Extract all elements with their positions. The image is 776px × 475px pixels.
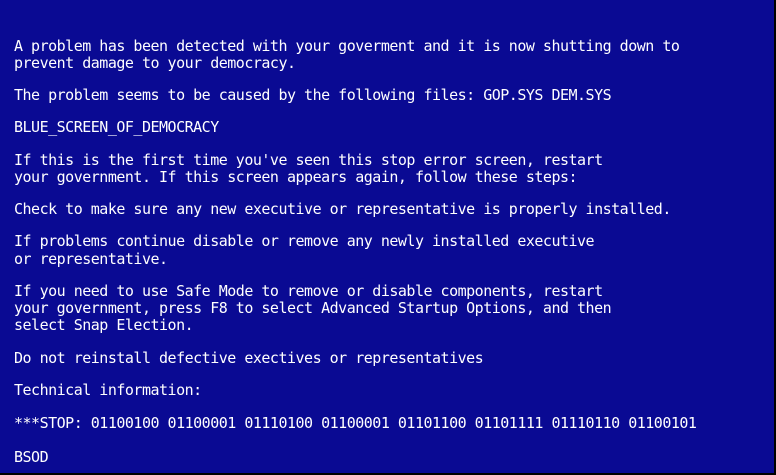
problems-continue-line-1: If problems continue disable or remove a…	[14, 232, 595, 250]
bsod-screen: A problem has been detected with your go…	[0, 0, 776, 475]
technical-info-heading: Technical information:	[14, 381, 202, 399]
safe-mode-line-3: select Snap Election.	[14, 316, 194, 334]
check-install-line: Check to make sure any new executive or …	[14, 200, 671, 218]
do-not-reinstall-line: Do not reinstall defective exectives or …	[14, 349, 484, 367]
safe-mode-line-1: If you need to use Safe Mode to remove o…	[14, 282, 603, 300]
first-time-line-2: your government. If this screen appears …	[14, 168, 578, 186]
error-code-name: BLUE_SCREEN_OF_DEMOCRACY	[14, 118, 219, 136]
first-time-line-1: If this is the first time you've seen th…	[14, 151, 603, 169]
problems-continue-line-2: or representative.	[14, 250, 168, 268]
error-intro-line-2: prevent damage to your democracy.	[14, 54, 296, 72]
error-intro-line-1: A problem has been detected with your go…	[14, 37, 680, 55]
stop-code-line: ***STOP: 01100100 01100001 01110100 0110…	[14, 414, 697, 432]
bsod-footer: BSOD	[14, 448, 49, 466]
safe-mode-line-2: your government, press F8 to select Adva…	[14, 299, 612, 317]
problem-files-line: The problem seems to be caused by the fo…	[14, 86, 612, 104]
